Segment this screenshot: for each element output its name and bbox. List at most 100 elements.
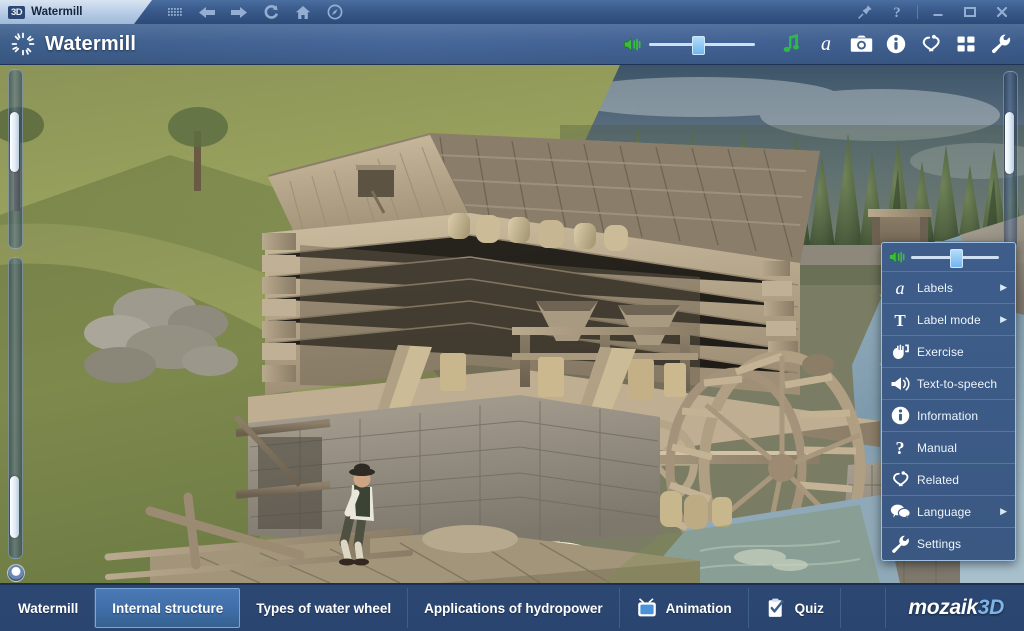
header-volume-slider[interactable] [649,36,755,55]
app-3d-logo: 3D [8,6,25,19]
camera-icon[interactable] [846,29,876,59]
menu-item-label: Related [917,472,960,487]
slider-knob[interactable] [691,36,705,55]
svg-text:?: ? [896,438,905,458]
information-icon[interactable] [881,29,911,59]
back-arrow-icon[interactable] [198,3,216,21]
app-header: Watermill a [0,24,1024,65]
tab-label: Applications of hydropower [424,600,603,616]
svg-text:T: T [894,311,906,330]
forward-arrow-icon[interactable] [230,3,248,21]
toolbar-divider [917,5,918,19]
menu-item-label: Manual [917,440,957,455]
application-window: 3D Watermill ? Watermill a a Labels ▶ T … [0,0,1024,631]
refresh-icon[interactable] [262,3,280,21]
pan-slider-knob[interactable] [10,476,19,538]
related-icon [889,469,911,491]
exercise-icon [889,341,911,363]
help-icon[interactable]: ? [888,3,906,21]
quiz-icon [765,598,787,618]
text-to-speech-icon [889,373,911,395]
menu-item-information[interactable]: Information [882,400,1015,432]
thumbnails-icon[interactable] [951,29,981,59]
maximize-button[interactable] [961,3,979,21]
scene-viewport[interactable]: a Labels ▶ T Label mode ▶ Exercise Text-… [0,65,1024,583]
menu-item-label: Exercise [917,344,964,359]
mozaik3d-logo[interactable]: mozaik 3D [885,588,1022,628]
compass-icon[interactable] [326,3,344,21]
pan-slider[interactable] [8,257,23,559]
svg-text:?: ? [893,5,901,20]
menu-item-label: Information [917,408,979,423]
scene-slider-knob[interactable] [1005,112,1014,174]
floor-sacks [660,491,732,529]
menu-item-settings[interactable]: Settings [882,528,1015,560]
window-controls-group: ? [849,3,1024,21]
menu-item-text-to-speech[interactable]: Text-to-speech [882,368,1015,400]
chevron-right-icon: ▶ [1000,506,1007,516]
menu-item-label: Text-to-speech [917,376,998,391]
menu-item-label: Settings [917,537,962,551]
tab-applications-of-hydropower[interactable]: Applications of hydropower [408,588,620,628]
reset-view-button[interactable] [7,564,25,582]
grid-dots-icon[interactable] [166,3,184,21]
close-button[interactable] [993,3,1011,21]
menu-item-manual[interactable]: ? Manual [882,432,1015,464]
chevron-right-icon: ▶ [1000,282,1007,292]
scene-slider[interactable] [1003,71,1018,249]
manual-icon: ? [889,437,911,459]
header-volume-control[interactable] [623,36,755,55]
svg-text:a: a [896,278,905,298]
watermill-3d-render [0,65,1024,583]
music-icon[interactable] [776,29,806,59]
svg-text:a: a [821,33,831,55]
home-icon[interactable] [294,3,312,21]
tab-internal-structure[interactable]: Internal structure [95,588,241,628]
menu-item-label: Label mode [917,312,981,327]
animation-icon [636,598,658,618]
menu-item-label: Labels [917,280,953,295]
pin-icon[interactable] [856,3,874,21]
menu-item-language[interactable]: Language ▶ [882,496,1015,528]
tab-label: Watermill [18,600,79,616]
tab-animation[interactable]: Animation [620,588,749,628]
minimize-button[interactable] [929,3,947,21]
bottom-tab-bar: Watermill Internal structure Types of wa… [0,583,1024,631]
context-menu: a Labels ▶ T Label mode ▶ Exercise Text-… [881,242,1016,561]
header-toolbar: a [623,29,1016,59]
corner-logs [262,233,296,382]
tab-label: Quiz [794,600,824,616]
menu-item-label-mode[interactable]: T Label mode ▶ [882,304,1015,336]
brand-part-2: 3D [977,596,1005,619]
menu-item-labels[interactable]: a Labels ▶ [882,272,1015,304]
menu-item-exercise[interactable]: Exercise [882,336,1015,368]
related-icon[interactable] [916,29,946,59]
menu-volume-control[interactable] [882,243,1015,272]
menu-item-label: Language [917,504,972,519]
tab-label: Internal structure [112,600,224,616]
window-tab-watermill[interactable]: 3D Watermill [0,0,152,24]
zoom-slider-knob[interactable] [10,112,19,172]
tab-watermill[interactable]: Watermill [2,588,96,628]
menu-volume-slider[interactable] [911,249,999,268]
menu-item-related[interactable]: Related [882,464,1015,496]
slider-knob[interactable] [949,249,963,268]
language-icon [889,501,911,523]
tab-types-of-water-wheel[interactable]: Types of water wheel [240,588,409,628]
chevron-right-icon: ▶ [1000,314,1007,324]
tab-quiz[interactable]: Quiz [749,588,841,628]
labels-icon: a [889,277,911,299]
volume-icon [624,36,641,52]
settings-icon[interactable] [986,29,1016,59]
page-title: Watermill [45,32,137,55]
window-nav-icons [166,3,344,21]
tab-label: Types of water wheel [256,600,392,616]
labels-icon[interactable]: a [811,29,841,59]
window-tab-label: Watermill [31,6,83,18]
information-icon [889,405,911,427]
brand-part-1: mozaik [908,596,978,619]
settings-icon [889,533,911,555]
label-mode-icon: T [889,309,911,331]
sunburst-icon [10,31,36,57]
zoom-slider[interactable] [8,69,23,249]
